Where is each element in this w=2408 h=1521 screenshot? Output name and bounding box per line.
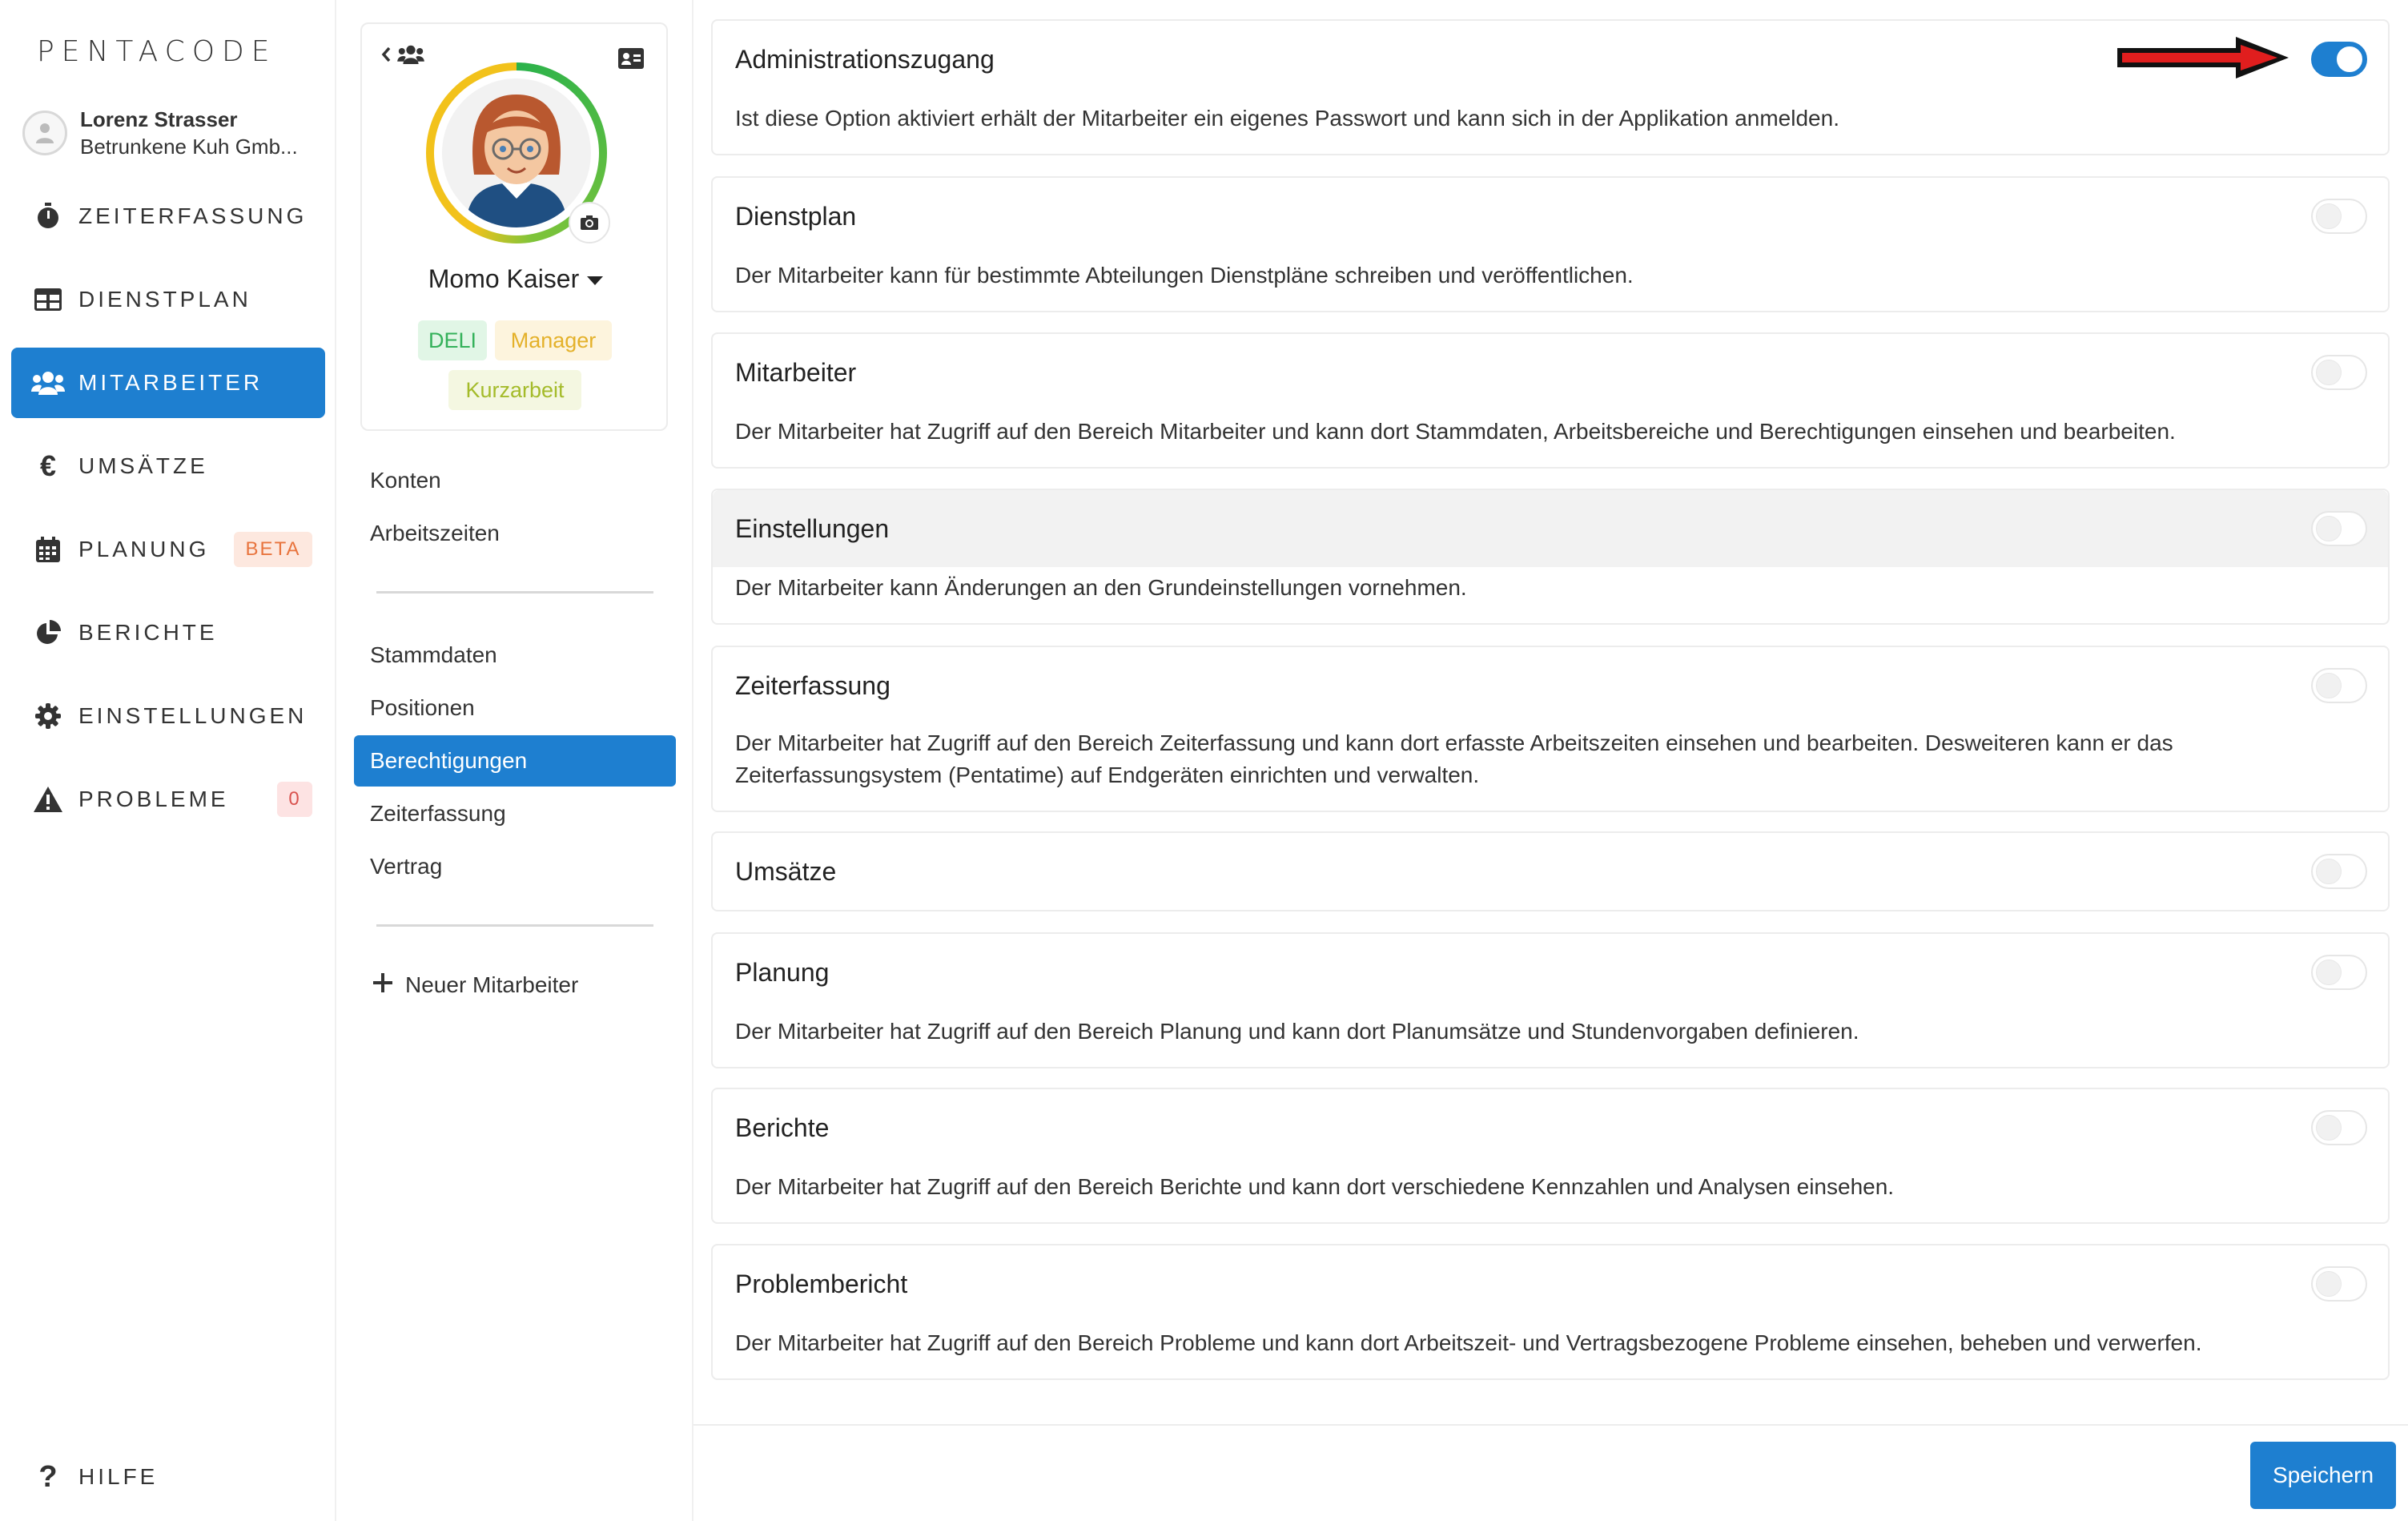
subnav-berechtigungen[interactable]: Berechtigungen — [354, 735, 676, 787]
nav-item-hilfe[interactable]: ? HILFE — [11, 1442, 325, 1512]
employee-panel: Momo Kaiser DELI Manager Kurzarbeit Kont… — [336, 0, 693, 1521]
users-icon — [30, 371, 66, 395]
subnav-positionen[interactable]: Positionen — [354, 682, 676, 734]
employee-name: Momo Kaiser — [428, 264, 580, 293]
calendar-icon — [30, 537, 66, 562]
permission-title: Berichte — [735, 1113, 830, 1142]
current-user[interactable]: Lorenz Strasser Betrunkene Kuh Gmb... — [22, 106, 327, 162]
tag-status: Kurzarbeit — [448, 370, 581, 410]
nav-label: DIENSTPLAN — [78, 287, 251, 312]
toggle-dienstplan[interactable] — [2311, 199, 2367, 234]
permission-planung: Planung Der Mitarbeiter hat Zugriff auf … — [711, 932, 2390, 1068]
employee-card: Momo Kaiser DELI Manager Kurzarbeit — [360, 22, 668, 431]
permission-title: Problembericht — [735, 1270, 908, 1298]
nav-item-mitarbeiter[interactable]: MITARBEITER — [11, 348, 325, 418]
permission-description: Der Mitarbeiter hat Zugriff auf den Bere… — [735, 1174, 1895, 1199]
nav-label: HILFE — [78, 1464, 159, 1489]
nav-label: UMSÄTZE — [78, 453, 208, 478]
new-employee-label: Neuer Mitarbeiter — [405, 972, 579, 997]
tag-role: Manager — [495, 320, 612, 360]
permission-description: Der Mitarbeiter hat Zugriff auf den Bere… — [735, 1330, 2202, 1355]
camera-icon[interactable] — [569, 202, 610, 243]
permission-title: Mitarbeiter — [735, 358, 857, 387]
permission-mitarbeiter: Mitarbeiter Der Mitarbeiter hat Zugriff … — [711, 332, 2390, 469]
permission-description: Der Mitarbeiter kann für bestimmte Abtei… — [735, 263, 1634, 288]
app-logo: PENTACODE — [37, 35, 277, 68]
toggle-berichte[interactable] — [2311, 1110, 2367, 1145]
user-company: Betrunkene Kuh Gmb... — [80, 135, 298, 159]
divider — [376, 591, 653, 594]
subnav-stammdaten[interactable]: Stammdaten — [354, 630, 676, 681]
nav-label: PROBLEME — [78, 787, 229, 811]
permission-title: Dienstplan — [735, 202, 857, 231]
save-button[interactable]: Speichern — [2250, 1442, 2396, 1509]
toggle-administrationszugang[interactable] — [2311, 42, 2367, 77]
subnav-zeiterfassung[interactable]: Zeiterfassung — [354, 788, 676, 839]
nav-label: PLANUNG — [78, 537, 210, 561]
nav-item-dienstplan[interactable]: DIENSTPLAN — [11, 264, 325, 335]
nav-label: BERICHTE — [78, 620, 218, 645]
warning-icon — [30, 787, 66, 812]
permission-umsaetze: Umsätze — [711, 831, 2390, 911]
permission-description: Der Mitarbeiter hat Zugriff auf den Bere… — [735, 730, 2173, 787]
beta-badge: BETA — [234, 532, 312, 567]
nav-item-zeiterfassung[interactable]: ZEITERFASSUNG — [11, 181, 325, 251]
nav-label: EINSTELLUNGEN — [78, 703, 308, 728]
permission-dienstplan: Dienstplan Der Mitarbeiter kann für best… — [711, 176, 2390, 312]
subnav-arbeitszeiten[interactable]: Arbeitszeiten — [354, 508, 676, 559]
employee-name-dropdown[interactable]: Momo Kaiser — [362, 264, 669, 294]
toggle-umsaetze[interactable] — [2311, 854, 2367, 889]
user-name: Lorenz Strasser — [80, 107, 238, 131]
permission-title: Umsätze — [735, 857, 837, 886]
stopwatch-icon — [30, 203, 66, 230]
toggle-mitarbeiter[interactable] — [2311, 355, 2367, 390]
footer-divider — [693, 1424, 2408, 1426]
pie-chart-icon — [30, 620, 66, 646]
euro-icon: € — [39, 449, 57, 482]
nav-item-einstellungen[interactable]: EINSTELLUNGEN — [11, 681, 325, 751]
back-to-employees-button[interactable] — [381, 45, 424, 68]
permission-title: Planung — [735, 958, 830, 987]
permission-description: Ist diese Option aktiviert erhält der Mi… — [735, 106, 1839, 131]
plus-icon — [373, 972, 392, 998]
nav-item-berichte[interactable]: BERICHTE — [11, 598, 325, 668]
toggle-planung[interactable] — [2311, 955, 2367, 990]
nav-item-planung[interactable]: PLANUNG BETA — [11, 514, 325, 585]
gear-icon — [30, 703, 66, 729]
user-avatar-icon — [22, 111, 67, 155]
nav-item-probleme[interactable]: PROBLEME 0 — [11, 764, 325, 835]
subnav-vertrag[interactable]: Vertrag — [354, 841, 676, 892]
permission-description: Der Mitarbeiter kann Änderungen an den G… — [735, 575, 1467, 600]
toggle-einstellungen[interactable] — [2311, 511, 2367, 546]
toggle-problembericht[interactable] — [2311, 1266, 2367, 1302]
users-icon — [397, 45, 424, 68]
permission-problembericht: Problembericht Der Mitarbeiter hat Zugri… — [711, 1244, 2390, 1380]
permission-title: Administrationszugang — [735, 45, 995, 74]
tag-department: DELI — [418, 320, 487, 360]
toggle-zeiterfassung[interactable] — [2311, 668, 2367, 703]
caret-down-icon — [587, 276, 604, 286]
main-sidebar: PENTACODE Lorenz Strasser Betrunkene Kuh… — [0, 0, 336, 1521]
permission-description: Der Mitarbeiter hat Zugriff auf den Bere… — [735, 1019, 1859, 1044]
permissions-panel: Administrationszugang Ist diese Option a… — [693, 0, 2408, 1521]
table-icon — [30, 288, 66, 311]
subnav-konten[interactable]: Konten — [354, 455, 676, 506]
permission-title: Zeiterfassung — [735, 671, 890, 700]
new-employee-button[interactable]: Neuer Mitarbeiter — [373, 961, 578, 1009]
nav-label: MITARBEITER — [78, 370, 263, 395]
permission-description: Der Mitarbeiter hat Zugriff auf den Bere… — [735, 419, 2176, 444]
chevron-left-icon — [381, 46, 391, 66]
row-hover-highlight — [713, 490, 2388, 567]
id-card-icon[interactable] — [618, 48, 644, 73]
permission-berichte: Berichte Der Mitarbeiter hat Zugriff auf… — [711, 1088, 2390, 1224]
arrow-pointer-icon — [2116, 35, 2292, 84]
help-icon: ? — [38, 1459, 58, 1494]
permission-zeiterfassung: Zeiterfassung Der Mitarbeiter hat Zugrif… — [711, 646, 2390, 812]
divider — [376, 924, 653, 927]
permission-title: Einstellungen — [735, 514, 890, 543]
permission-einstellungen: Einstellungen Der Mitarbeiter kann Änder… — [711, 489, 2390, 625]
nav-item-umsaetze[interactable]: € UMSÄTZE — [11, 431, 325, 501]
problem-count-badge: 0 — [277, 782, 312, 817]
nav-label: ZEITERFASSUNG — [78, 203, 308, 228]
